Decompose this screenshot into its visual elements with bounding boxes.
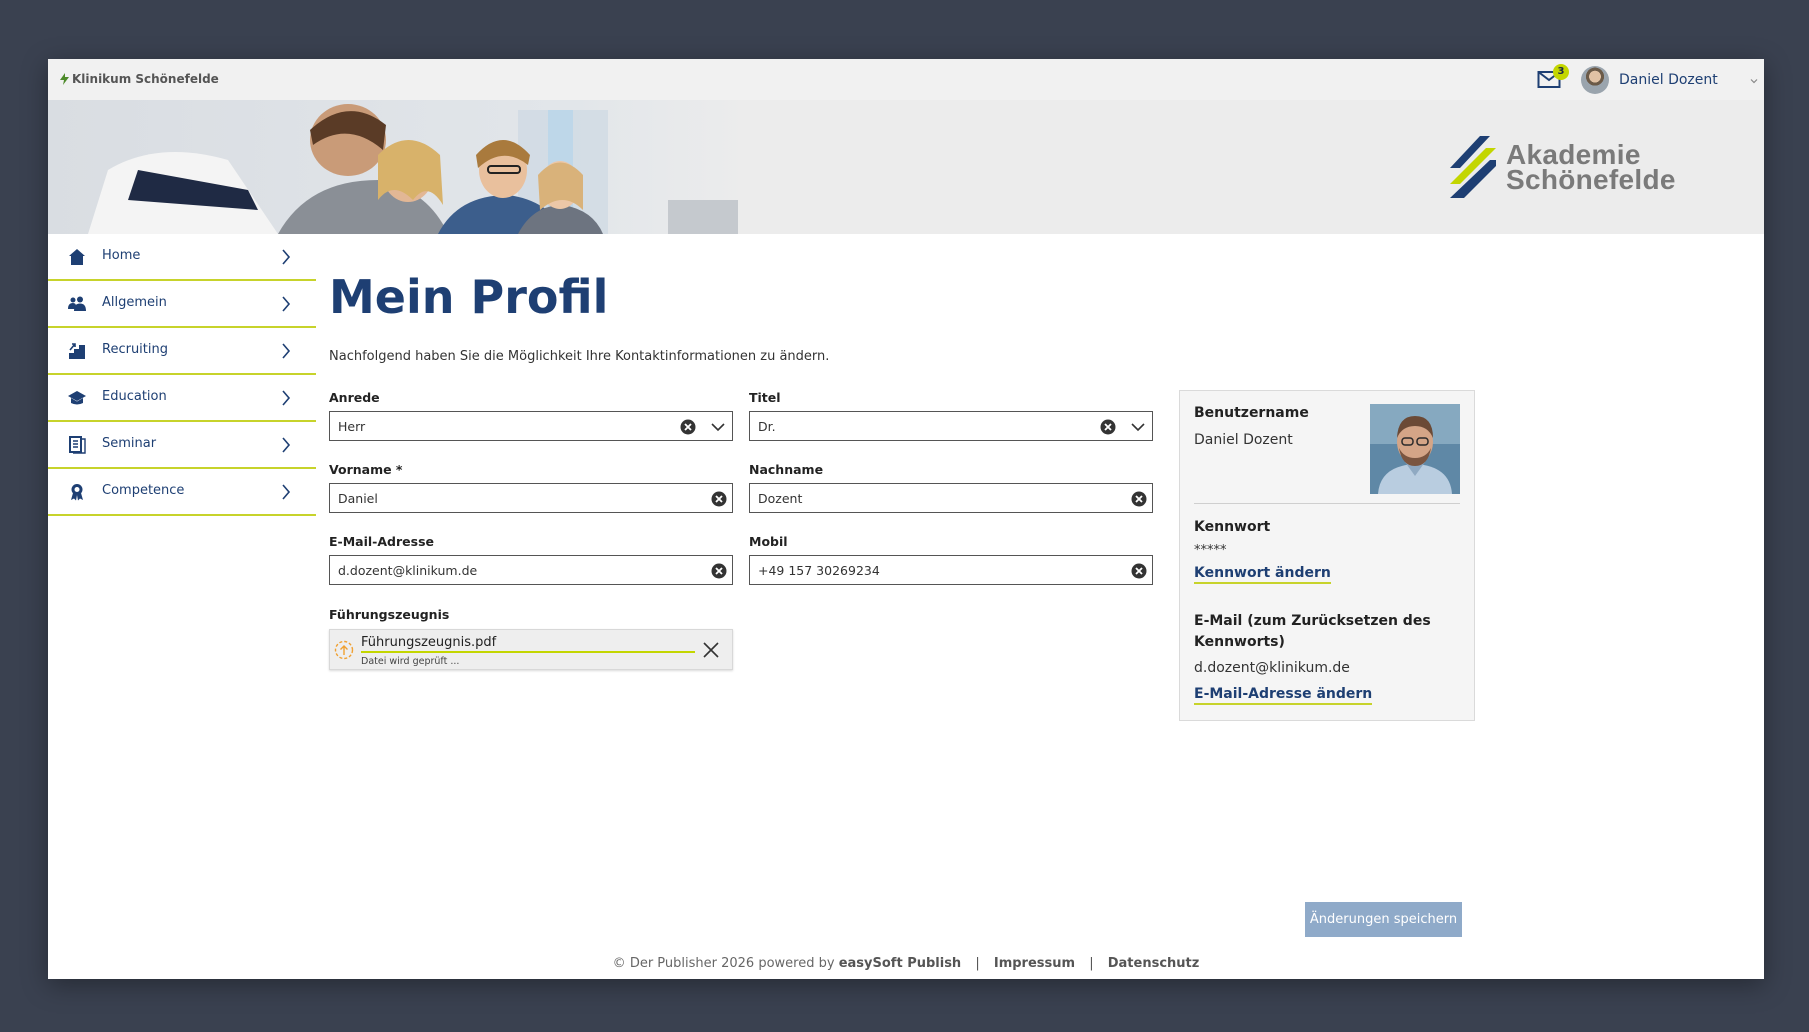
brand-logo-icon [60,73,69,85]
chevron-down-icon[interactable] [1750,77,1758,85]
vorname-field[interactable]: Daniel [329,483,733,513]
sidebar-item-label: Seminar [102,436,157,451]
sidebar-item-seminar[interactable]: Seminar [48,422,316,469]
graduation-cap-icon [68,391,86,405]
mobil-field[interactable]: +49 157 30269234 [749,555,1153,585]
titel-value: Dr. [758,419,776,434]
change-email-link[interactable]: E-Mail-Adresse ändern [1194,686,1373,705]
brand-name: Klinikum Schönefelde [72,72,219,86]
footer-copyright: Der Publisher 2026 powered by [629,956,835,971]
app-window: Klinikum Schönefelde 3 Daniel Dozent Aka… [48,59,1764,979]
chevron-right-icon [282,437,291,453]
reset-email-label-line1: E-Mail (zum Zurücksetzen des [1194,613,1431,629]
card-divider [1194,503,1460,504]
email-label: E-Mail-Adresse [329,534,434,549]
save-button[interactable]: Änderungen speichern [1305,902,1462,937]
chevron-right-icon [282,343,291,359]
profile-photo [1370,404,1460,494]
clear-icon[interactable] [680,419,696,435]
users-icon [68,296,86,311]
sidebar-item-label: Competence [102,483,185,498]
logo-line2: Schönefelde [1506,164,1676,195]
chevron-down-icon[interactable] [711,421,725,433]
vorname-value: Daniel [338,491,378,506]
akademie-logo: Akademie Schönefelde [1450,136,1676,198]
sidebar-item-competence[interactable]: Competence [48,469,316,516]
nachname-field[interactable]: Dozent [749,483,1153,513]
footer-separator: | [975,956,980,971]
email-value: d.dozent@klinikum.de [338,563,478,578]
chevron-right-icon [282,249,291,265]
password-label: Kennwort [1194,519,1271,535]
chevron-right-icon [282,484,291,500]
sidebar-item-allgemein[interactable]: Allgemein [48,281,316,328]
avatar [1581,66,1609,94]
logo-mark-icon [1450,136,1496,198]
top-bar: Klinikum Schönefelde 3 Daniel Dozent [48,59,1764,100]
username-label: Benutzername [1194,405,1309,421]
clear-icon[interactable] [1100,419,1116,435]
clear-icon[interactable] [1131,563,1147,579]
banner-photo [48,100,748,234]
mobil-label: Mobil [749,534,788,549]
brand-small[interactable]: Klinikum Schönefelde [60,72,219,86]
username-value: Daniel Dozent [1194,432,1293,448]
footer: © Der Publisher 2026 powered by easySoft… [48,956,1764,971]
clear-icon[interactable] [1131,491,1147,507]
impressum-link[interactable]: Impressum [994,956,1075,971]
user-menu[interactable]: Daniel Dozent [1581,66,1718,94]
recruiting-icon [69,343,85,359]
sidebar-item-label: Education [102,389,167,404]
datenschutz-link[interactable]: Datenschutz [1108,956,1200,971]
sidebar-item-label: Recruiting [102,342,168,357]
anrede-label: Anrede [329,390,380,405]
header-banner: Akademie Schönefelde [48,100,1764,234]
sidebar-item-home[interactable]: Home [48,234,316,281]
mail-count-badge: 3 [1553,64,1569,80]
reset-email-value: d.dozent@klinikum.de [1194,660,1350,676]
nachname-label: Nachname [749,462,824,477]
close-icon[interactable] [702,641,720,659]
upload-status: Datei wird geprüft ... [361,656,460,667]
nachname-value: Dozent [758,491,803,506]
chevron-right-icon [282,390,291,406]
password-mask: ***** [1194,543,1227,558]
home-icon [69,249,85,265]
upload-progress-bar [361,651,695,653]
sidebar-item-education[interactable]: Education [48,375,316,422]
change-password-link[interactable]: Kennwort ändern [1194,565,1331,584]
footer-separator: | [1089,956,1094,971]
user-name: Daniel Dozent [1619,72,1718,88]
clear-icon[interactable] [711,563,727,579]
upload-file-name: Führungszeugnis.pdf [361,635,497,650]
titel-label: Titel [749,390,781,405]
intro-text: Nachfolgend haben Sie die Möglichkeit Ih… [329,349,830,364]
sidebar-item-recruiting[interactable]: Recruiting [48,328,316,375]
page-title: Mein Profil [329,270,609,324]
vorname-label: Vorname * [329,462,403,477]
sidebar-nav: Home Allgemein Recruiting Education Semi… [48,234,316,516]
chevron-right-icon [282,296,291,312]
mobil-value: +49 157 30269234 [758,563,880,578]
award-icon [71,484,83,501]
sidebar-item-label: Allgemein [102,295,167,310]
upload-pending-icon [334,640,354,660]
account-card: Benutzername Daniel Dozent Kennwort ****… [1179,390,1475,721]
reset-email-label-line2: Kennworts) [1194,634,1285,650]
titel-select[interactable]: Dr. [749,411,1153,441]
fuehrungszeugnis-label: Führungszeugnis [329,607,450,622]
document-icon [69,436,86,454]
sidebar-item-label: Home [102,248,141,263]
email-field[interactable]: d.dozent@klinikum.de [329,555,733,585]
clear-icon[interactable] [711,491,727,507]
copyright-icon: © [612,956,626,971]
anrede-select[interactable]: Herr [329,411,733,441]
anrede-value: Herr [338,419,366,434]
footer-powered-by: easySoft Publish [838,956,962,971]
file-upload-item: Führungszeugnis.pdf Datei wird geprüft .… [329,629,733,670]
chevron-down-icon[interactable] [1131,421,1145,433]
mail-button[interactable]: 3 [1537,64,1569,91]
